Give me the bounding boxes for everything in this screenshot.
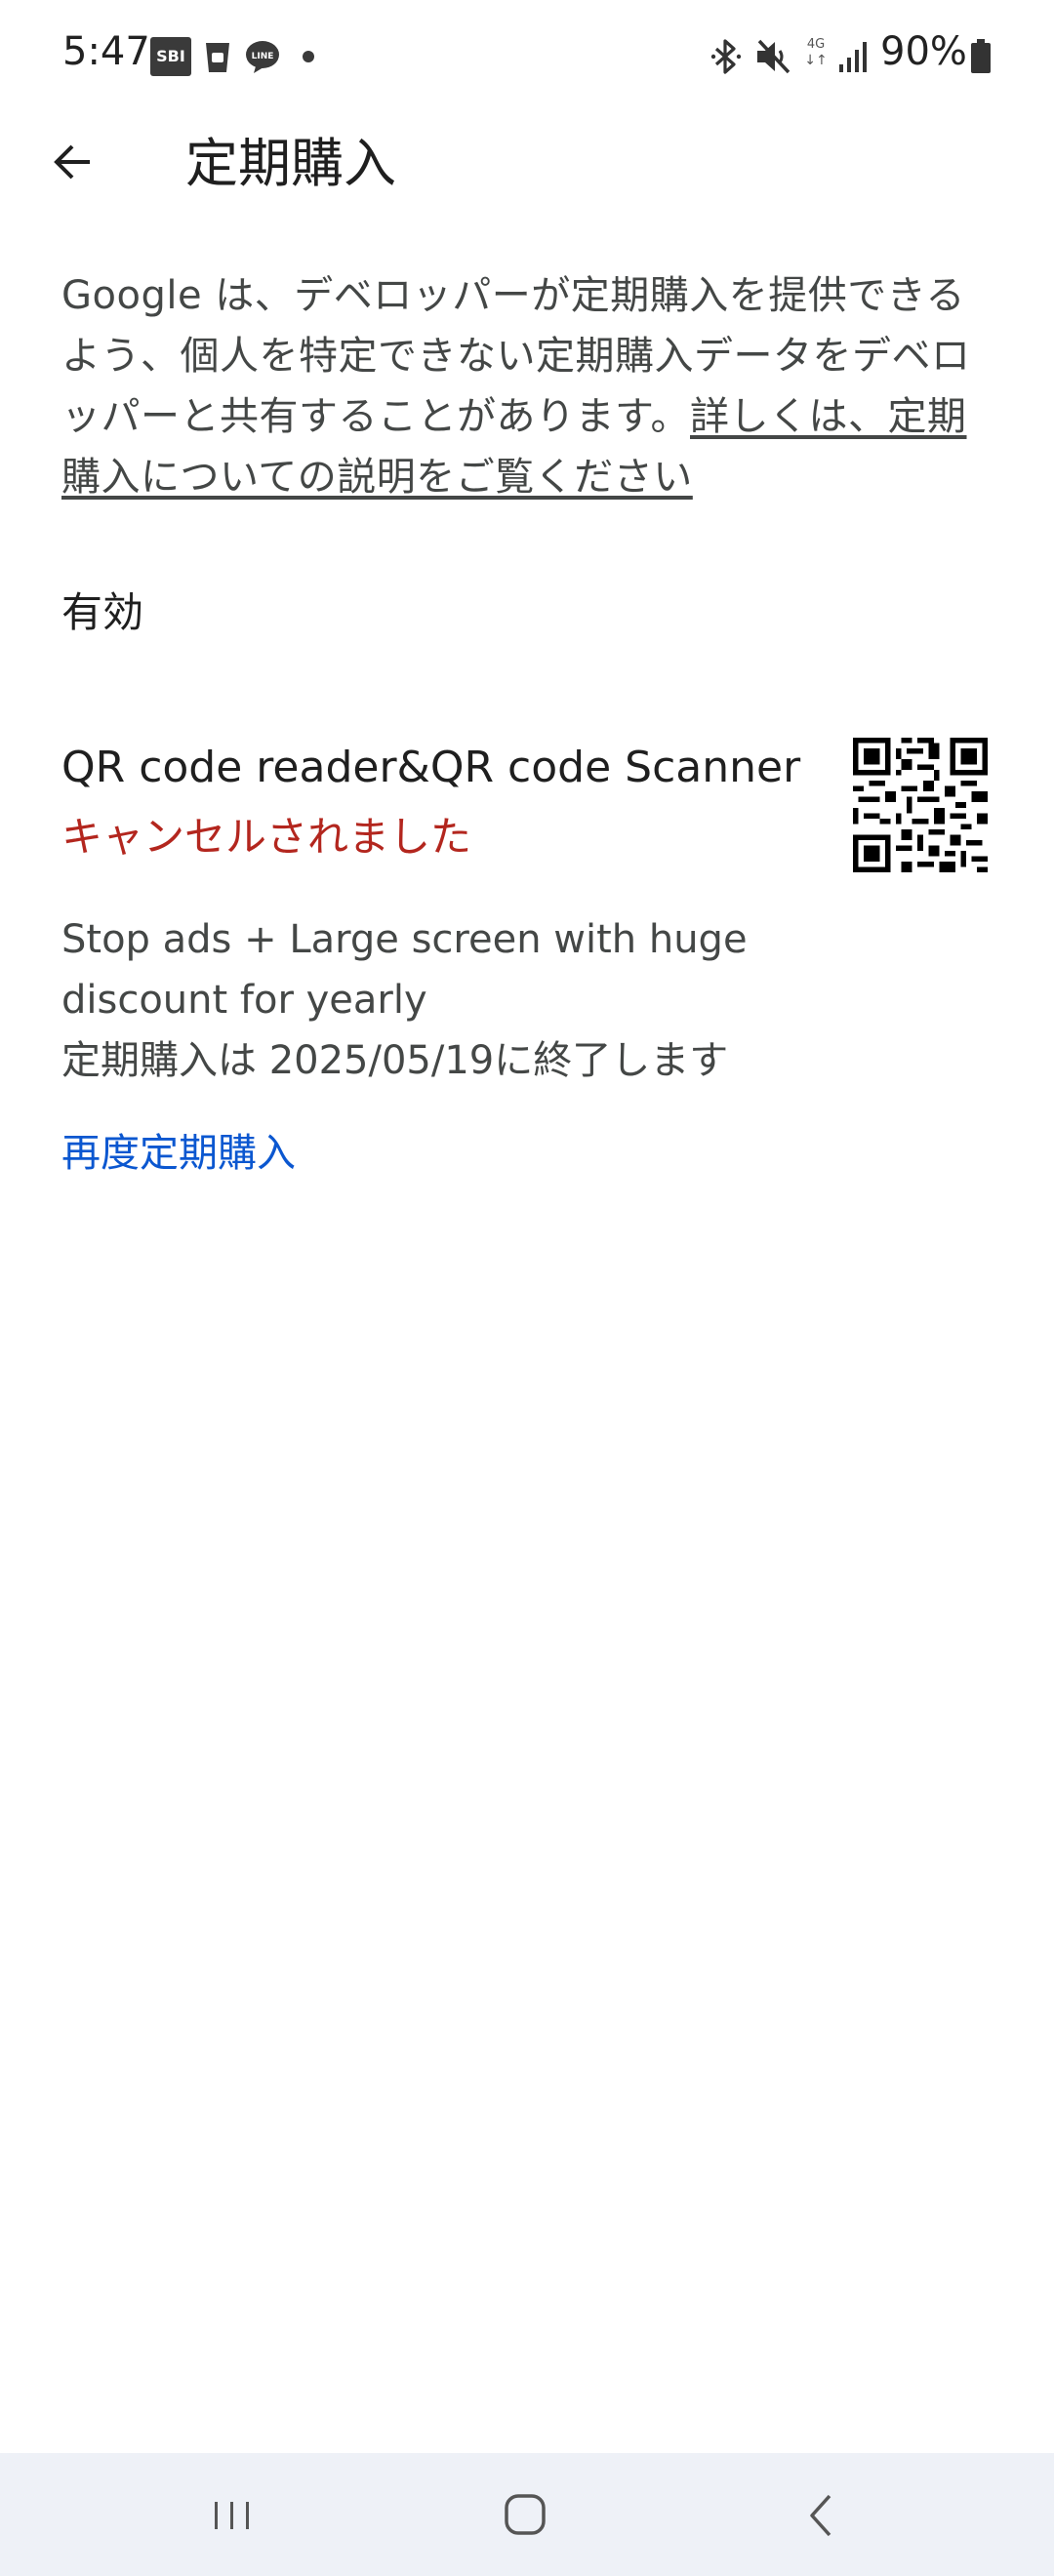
status-time: 5:47 — [62, 29, 150, 74]
subscription-data-notice: Google は、デベロッパーが定期購入を提供できるよう、個人を特定できない定期… — [61, 265, 998, 507]
active-section-heading: 有効 — [61, 588, 144, 636]
subscription-app-name[interactable]: QR code reader&QR code Scanner — [61, 737, 800, 799]
status-bar: 5:47 SBI LINE 4G ↓↑ 90% — [0, 0, 1054, 115]
subscription-end-date: 定期購入は 2025/05/19に終了します — [61, 1038, 729, 1083]
battery-percentage: 90% — [880, 29, 967, 74]
more-notifications-dot — [303, 51, 314, 62]
cup-notification-icon — [206, 43, 229, 72]
back-nav-icon[interactable] — [792, 2488, 851, 2543]
network-type-icon: 4G ↓↑ — [800, 37, 831, 76]
data-arrows-icon: ↓↑ — [804, 53, 828, 68]
bluetooth-icon — [710, 39, 742, 74]
page-title: 定期購入 — [185, 133, 396, 194]
svg-text:LINE: LINE — [252, 52, 274, 61]
line-notification-icon: LINE — [246, 41, 279, 73]
plan-description: Stop ads + Large screen with huge discou… — [61, 917, 748, 1023]
subscription-status: キャンセルされました — [61, 813, 472, 861]
network-type-label: 4G — [806, 37, 826, 52]
sbi-notification-icon: SBI — [150, 37, 191, 76]
mute-icon — [757, 39, 790, 74]
home-icon[interactable] — [494, 2488, 556, 2543]
qr-code-icon[interactable] — [853, 738, 988, 872]
signal-icon — [839, 42, 867, 72]
back-button[interactable] — [37, 127, 107, 197]
resubscribe-button[interactable]: 再度定期購入 — [61, 1122, 296, 1185]
recents-icon[interactable] — [203, 2488, 262, 2543]
arrow-back-icon — [54, 144, 90, 180]
battery-icon — [971, 39, 991, 73]
